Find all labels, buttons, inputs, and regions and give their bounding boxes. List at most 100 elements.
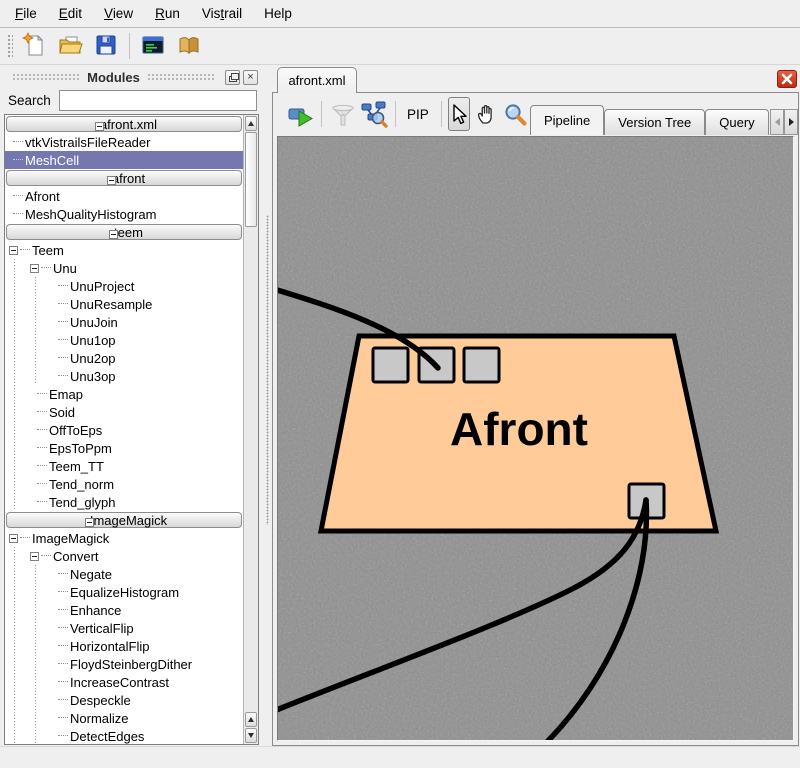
history-folder-button[interactable] xyxy=(173,30,205,62)
dock-float-button[interactable] xyxy=(225,70,240,85)
module-item-emap[interactable]: Emap xyxy=(5,385,243,403)
tree-branch-line xyxy=(13,191,23,196)
module-item-horizontalflip[interactable]: HorizontalFlip xyxy=(5,637,243,655)
module-item-label: Unu1op xyxy=(70,333,120,348)
module-item-tend_norm[interactable]: Tend_norm xyxy=(5,475,243,493)
module-item-despeckle[interactable]: Despeckle xyxy=(5,691,243,709)
module-item-offtoeps[interactable]: OffToEps xyxy=(5,421,243,439)
search-input[interactable] xyxy=(59,90,257,111)
module-item-label: UnuResample xyxy=(70,297,156,312)
module-item-negate[interactable]: Negate xyxy=(5,565,243,583)
tree-branch-line xyxy=(58,281,68,286)
collapse-icon[interactable] xyxy=(9,246,18,255)
module-item-increasecontrast[interactable]: IncreaseContrast xyxy=(5,673,243,691)
collapse-icon[interactable] xyxy=(95,122,104,131)
input-port-3[interactable] xyxy=(464,348,499,382)
module-item-meshqualityhistogram[interactable]: MeshQualityHistogram xyxy=(5,205,243,223)
open-file-button[interactable] xyxy=(54,30,86,62)
input-port-1[interactable] xyxy=(373,348,408,382)
menu-help[interactable]: Help xyxy=(253,2,303,25)
console-button[interactable] xyxy=(137,30,169,62)
package-header-teem[interactable]: teem xyxy=(5,223,243,241)
vistrail-close-button[interactable] xyxy=(777,70,797,88)
module-item-meshcell[interactable]: MeshCell xyxy=(5,151,243,169)
module-item-teem_tt[interactable]: Teem_TT xyxy=(5,457,243,475)
zoom-button[interactable] xyxy=(502,99,528,129)
module-item-imagemagick[interactable]: ImageMagick xyxy=(5,529,243,547)
scroll-down-button[interactable] xyxy=(245,728,257,743)
panel-splitter[interactable] xyxy=(263,65,272,746)
module-item-unujoin[interactable]: UnuJoin xyxy=(5,313,243,331)
scrollbar-thumb[interactable] xyxy=(245,132,257,227)
package-header-afront.xml[interactable]: afront.xml xyxy=(5,115,243,133)
collapse-icon[interactable] xyxy=(107,176,116,185)
package-label: afront.xml xyxy=(100,117,157,132)
tabs-scroll-right-button[interactable] xyxy=(784,109,798,135)
module-item-label: HorizontalFlip xyxy=(70,639,153,654)
pipeline-toolbar: PIP Pipeline V xyxy=(273,93,798,135)
module-item-epstoppm[interactable]: EpsToPpm xyxy=(5,439,243,457)
package-header-imagemagick[interactable]: ImageMagick xyxy=(5,511,243,529)
menu-vistrail[interactable]: Vistrail xyxy=(191,2,253,25)
module-item-detectedges[interactable]: DetectEdges xyxy=(5,727,243,745)
search-label: Search xyxy=(8,93,51,108)
menu-file[interactable]: File xyxy=(4,2,48,25)
toolbar-drag-handle[interactable] xyxy=(279,101,281,127)
module-item-unuresample[interactable]: UnuResample xyxy=(5,295,243,313)
tree-branch-line xyxy=(58,353,68,358)
module-item-label: MeshQualityHistogram xyxy=(25,207,161,222)
module-item-normalize[interactable]: Normalize xyxy=(5,709,243,727)
toolbar-drag-handle[interactable] xyxy=(6,33,13,59)
collapse-icon[interactable] xyxy=(30,552,39,561)
module-item-label: UnuProject xyxy=(70,279,138,294)
save-file-button[interactable] xyxy=(90,30,122,62)
scroll-up-button-bottom[interactable] xyxy=(245,712,257,727)
module-item-teem[interactable]: Teem xyxy=(5,241,243,259)
collapse-icon[interactable] xyxy=(85,518,94,527)
tabs-scroll-left-button[interactable] xyxy=(770,109,784,135)
scroll-up-button[interactable] xyxy=(245,116,257,131)
collapse-icon[interactable] xyxy=(9,534,18,543)
pip-button[interactable]: PIP xyxy=(400,107,436,122)
module-item-afront[interactable]: Afront xyxy=(5,187,243,205)
module-item-label: UnuJoin xyxy=(70,315,122,330)
module-item-label: Teem_TT xyxy=(49,459,108,474)
arrow-down-icon xyxy=(248,733,254,738)
module-item-vtkvistrailsfilereader[interactable]: vtkVistrailsFileReader xyxy=(5,133,243,151)
tree-branch-line xyxy=(13,137,23,142)
tab-version-tree[interactable]: Version Tree xyxy=(604,109,705,135)
document-tab[interactable]: afront.xml xyxy=(277,67,357,93)
module-item-equalizehistogram[interactable]: EqualizeHistogram xyxy=(5,583,243,601)
tree-branch-line xyxy=(58,641,68,646)
new-file-button[interactable] xyxy=(18,30,50,62)
module-item-unuproject[interactable]: UnuProject xyxy=(5,277,243,295)
module-item-verticalflip[interactable]: VerticalFlip xyxy=(5,619,243,637)
module-item-enhance[interactable]: Enhance xyxy=(5,601,243,619)
module-item-convert[interactable]: Convert xyxy=(5,547,243,565)
module-item-unu1op[interactable]: Unu1op xyxy=(5,331,243,349)
menu-view[interactable]: View xyxy=(93,2,144,25)
module-item-unu3op[interactable]: Unu3op xyxy=(5,367,243,385)
pipeline-canvas[interactable]: Afront xyxy=(277,136,794,741)
collapse-icon[interactable] xyxy=(109,230,118,239)
pan-button[interactable] xyxy=(474,99,498,129)
execute-button[interactable] xyxy=(286,99,314,129)
menu-run[interactable]: Run xyxy=(144,2,191,25)
module-item-unu2op[interactable]: Unu2op xyxy=(5,349,243,367)
dock-close-button[interactable]: × xyxy=(243,70,258,85)
open-file-icon xyxy=(57,32,83,61)
package-header-afront[interactable]: afront xyxy=(5,169,243,187)
collapse-icon[interactable] xyxy=(30,264,39,273)
menu-edit[interactable]: Edit xyxy=(48,2,93,25)
visual-query-button[interactable] xyxy=(360,99,388,129)
module-item-floydsteinbergdither[interactable]: FloydSteinbergDither xyxy=(5,655,243,673)
tab-query[interactable]: Query xyxy=(705,109,768,135)
tab-pipeline[interactable]: Pipeline xyxy=(530,105,604,135)
module-item-soid[interactable]: Soid xyxy=(5,403,243,421)
filter-button[interactable] xyxy=(328,99,356,129)
module-item-tend_glyph[interactable]: Tend_glyph xyxy=(5,493,243,511)
select-cursor-button[interactable] xyxy=(448,97,470,131)
tree-scrollbar[interactable] xyxy=(243,115,258,744)
module-afront[interactable]: Afront xyxy=(321,336,716,531)
module-item-unu[interactable]: Unu xyxy=(5,259,243,277)
